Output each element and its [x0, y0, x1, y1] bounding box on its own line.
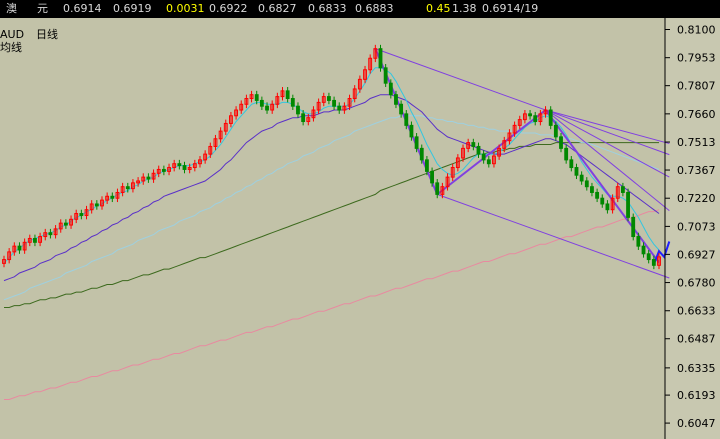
candle-body	[285, 90, 290, 100]
candle-body	[548, 109, 553, 126]
candle-body	[48, 232, 53, 236]
candle-body	[125, 186, 130, 190]
candle	[548, 106, 553, 130]
tick-label: 0.6633	[677, 305, 716, 318]
candle-body	[409, 124, 414, 138]
tick-label: 0.7073	[677, 220, 716, 233]
symbol-label: AUD	[0, 28, 24, 41]
candle-body	[378, 48, 383, 69]
candle-body	[600, 197, 605, 205]
candle-body	[419, 147, 424, 161]
candle-body	[337, 105, 342, 111]
candle-body	[332, 99, 336, 107]
tick-label: 0.7807	[677, 80, 716, 93]
candle-body	[620, 186, 625, 193]
quote-ask: 0.6919	[113, 2, 152, 15]
quote-bar: 澳 元 0.6914 0.6919 0.0031 0.6922 0.6827 0…	[0, 0, 720, 18]
candle-body	[605, 203, 610, 211]
candle-body	[553, 124, 558, 138]
candle	[631, 213, 636, 241]
tick-label: 0.6927	[677, 248, 716, 261]
candle-body	[17, 245, 22, 251]
candle-body	[94, 203, 99, 207]
tick-label: 0.8100	[677, 24, 716, 37]
candle-body	[110, 195, 115, 199]
candle-body	[296, 105, 300, 115]
candle-body	[399, 103, 404, 115]
candle-body	[476, 145, 481, 155]
quote-open: 0.6922	[209, 2, 248, 15]
quote-last: 0.6914	[63, 2, 102, 15]
chart-window: 澳 元 0.6914 0.6919 0.0031 0.6922 0.6827 0…	[0, 0, 720, 439]
candle-body	[481, 153, 486, 161]
indicator-label: 均线	[0, 40, 22, 54]
candle-body	[424, 159, 429, 172]
tick-label: 0.7220	[677, 192, 716, 205]
candle-body	[574, 167, 579, 176]
candle-body	[394, 94, 398, 105]
candle-body	[161, 168, 166, 172]
candle-body	[388, 82, 393, 96]
period-label: 日线	[36, 27, 58, 41]
candle-body	[259, 99, 264, 107]
candle	[378, 44, 383, 72]
candle-body	[383, 67, 388, 84]
candle-body	[636, 236, 641, 247]
tick-label: 0.6047	[677, 417, 716, 430]
candle-body	[528, 113, 532, 117]
candle-body	[626, 191, 630, 218]
quote-tail: 0.6914/19	[482, 2, 539, 15]
tick-label: 0.6780	[677, 277, 716, 290]
tick-label: 0.7953	[677, 52, 716, 65]
candle-body	[414, 136, 419, 149]
candle-body	[471, 142, 476, 147]
tick-label: 0.7367	[677, 164, 716, 177]
candle-body	[584, 180, 589, 188]
candle	[626, 188, 630, 222]
quote-change-pct: 0.45	[426, 2, 451, 15]
quote-change: 0.0031	[166, 2, 205, 15]
candle-body	[254, 94, 259, 101]
candle-body	[79, 213, 84, 216]
quote-bid: 0.6833	[308, 2, 347, 15]
candle	[383, 64, 388, 88]
candle-body	[564, 147, 569, 161]
candle-body	[182, 165, 187, 170]
tick-label: 0.6335	[677, 362, 716, 375]
candle-body	[63, 222, 68, 226]
candle-body	[146, 176, 151, 180]
tick-label: 0.6487	[677, 333, 716, 346]
candle-body	[33, 237, 37, 243]
candle-body	[559, 136, 563, 149]
candle-body	[651, 259, 656, 266]
candle-body	[327, 96, 331, 101]
tick-label: 0.6193	[677, 389, 716, 402]
candle-body	[404, 113, 409, 126]
candle-body	[590, 186, 594, 193]
quote-name-b: 元	[37, 2, 48, 15]
quote-ratio: 1.38	[452, 2, 477, 15]
candle-body	[579, 174, 584, 182]
tick-label: 0.7513	[677, 136, 716, 149]
candle-body	[569, 159, 574, 169]
candle-body	[177, 163, 182, 167]
quote-name-a: 澳	[6, 2, 17, 15]
quote-low: 0.6827	[258, 2, 297, 15]
candle-body	[595, 191, 600, 199]
tick-label: 0.7660	[677, 108, 716, 121]
candle-body	[486, 159, 491, 165]
price-chart[interactable]: 0.8100 0.7953 0.7807 0.7660 0.7513 0.7367 0.72…	[0, 18, 720, 439]
quote-prev: 0.6883	[355, 2, 394, 15]
candle-body	[631, 216, 636, 238]
candle-body	[435, 182, 440, 195]
candle-body	[646, 253, 651, 261]
candle-body	[533, 115, 538, 123]
candle-body	[430, 170, 434, 184]
candle-body	[301, 113, 306, 123]
candle-body	[265, 105, 269, 111]
candle-body	[641, 245, 646, 255]
candle-body	[290, 98, 295, 107]
